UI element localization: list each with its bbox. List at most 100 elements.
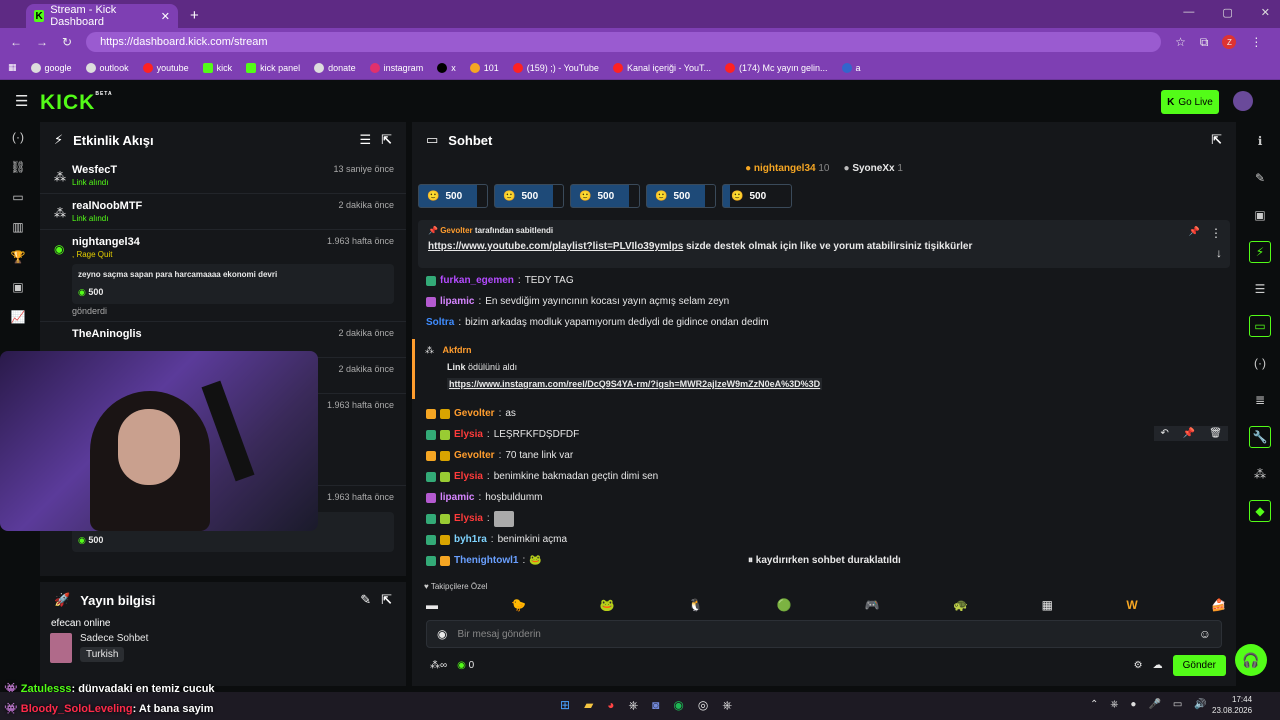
emote-icon[interactable]: ▦ <box>1042 598 1053 612</box>
bookmark-item[interactable]: (159) ;) - YouTube <box>512 62 599 73</box>
chat-message[interactable]: Gevolter: as <box>412 403 1236 424</box>
bookmark-item[interactable]: a <box>841 62 861 73</box>
spotify-icon[interactable]: ◉ <box>673 698 683 713</box>
activity-item[interactable]: ⁂ WesfecT Link alındı 13 saniye önce <box>40 158 406 194</box>
chat-message[interactable]: Soltra: bizim arkadaş modluk yapamıyorum… <box>412 312 1236 333</box>
delete-icon[interactable]: 🗑 <box>1209 428 1222 439</box>
popout-icon[interactable]: ⇱ <box>381 592 392 608</box>
kicks-goal-chip[interactable]: 🙂 500 <box>494 184 564 208</box>
bookmark-star-icon[interactable]: ☆ <box>1175 35 1186 49</box>
info-icon[interactable]: ℹ <box>1258 122 1263 159</box>
chat-input-icon[interactable]: ◉ <box>437 627 447 641</box>
clock[interactable]: 17:44 23.08.2026 <box>1212 694 1252 716</box>
discord-icon[interactable]: ◙ <box>652 698 659 713</box>
steam-icon[interactable]: ⎈ <box>629 698 639 713</box>
steam-icon[interactable]: ⎈ <box>722 698 732 713</box>
maximize-icon[interactable]: ▢ <box>1222 6 1232 19</box>
kicks-goal-chip[interactable]: 🙂 500 <box>570 184 640 208</box>
close-window-icon[interactable]: ✕ <box>1261 6 1270 19</box>
chat-message[interactable]: byh1ra: benimkini açma <box>412 529 1236 550</box>
layers-icon[interactable]: ≣ <box>1255 381 1265 418</box>
chat-message[interactable]: Thenightowl1: 🐸 ⏸ kaydırırken sohbet dur… <box>412 550 1236 571</box>
unpin-icon[interactable]: 📌 <box>1189 226 1200 237</box>
trophy-icon[interactable]: 🏆 <box>11 250 26 264</box>
app-icon[interactable]: ◎ <box>698 698 708 713</box>
pin-icon[interactable]: 📌 <box>1183 428 1195 439</box>
chat-message[interactable]: lipamic: hoşbuldumm <box>412 487 1236 508</box>
menu-dots-icon[interactable]: ⋮ <box>1250 35 1262 49</box>
reload-icon[interactable]: ↻ <box>62 35 72 49</box>
reply-icon[interactable]: ↶ <box>1160 428 1168 439</box>
chart-icon[interactable]: ▥ <box>12 220 23 234</box>
emote-icon[interactable]: 🎮 <box>865 598 880 612</box>
emote-icon[interactable]: 🐤 <box>511 598 526 612</box>
file-explorer-icon[interactable]: ▰ <box>584 698 593 713</box>
emote-icon[interactable]: ▬ <box>426 598 438 612</box>
bookmark-item[interactable]: (174) Mc yayın gelin... <box>725 62 828 73</box>
kicks-goal-chip[interactable]: 🙂 500 <box>722 184 792 208</box>
video-icon[interactable]: ▣ <box>12 280 23 294</box>
emoji-icon[interactable]: ☺ <box>1199 627 1211 641</box>
bookmark-item[interactable]: kick panel <box>246 62 300 73</box>
media-icon[interactable]: ▣ <box>1254 196 1265 233</box>
new-tab-button[interactable]: + <box>190 7 199 24</box>
forward-icon[interactable]: → <box>36 35 48 49</box>
reward-icon[interactable]: ⁂ <box>1254 455 1266 492</box>
filter-icon[interactable]: ☰ <box>359 132 371 148</box>
start-icon[interactable]: ⊞ <box>560 698 570 713</box>
emote-icon[interactable]: 🐸 <box>600 598 615 612</box>
emote-icon[interactable]: 🟢 <box>776 598 791 612</box>
bookmark-item[interactable]: x <box>437 62 456 73</box>
bolt-icon[interactable]: ⚡ <box>1249 233 1271 270</box>
wrench-icon[interactable]: 🔧 <box>1249 418 1271 455</box>
bookmark-item[interactable]: 101 <box>469 62 499 73</box>
tray-app-icon[interactable]: ⎈ <box>1110 699 1118 710</box>
chat-message[interactable]: lipamic: En sevdiğim yayıncının kocası y… <box>412 291 1236 312</box>
edit-icon[interactable]: ✎ <box>1255 159 1265 196</box>
activity-item[interactable]: ◉ nightangel34 , Rage Quit 1.963 hafta ö… <box>40 230 406 322</box>
kick-logo[interactable]: KICKBETA <box>40 91 113 115</box>
tab-kick-dashboard[interactable]: K Stream - Kick Dashboard ✕ <box>26 4 178 28</box>
tab-close-icon[interactable]: ✕ <box>161 10 170 23</box>
edit-icon[interactable]: ✎ <box>360 592 371 608</box>
expand-down-icon[interactable]: ↓ <box>1216 246 1222 260</box>
chat-message[interactable]: Elysia: <box>412 508 1236 529</box>
bookmark-item[interactable]: youtube <box>142 62 189 73</box>
popout-icon[interactable]: ⇱ <box>1211 132 1222 148</box>
back-icon[interactable]: ← <box>10 35 22 49</box>
more-options-icon[interactable]: ⋮ <box>1210 226 1222 240</box>
tray-arrow-icon[interactable]: ⌃ <box>1090 699 1098 710</box>
chat-message[interactable]: furkan_egemen: TEDY TAG <box>412 270 1236 291</box>
analytics-icon[interactable]: 📈 <box>11 310 26 324</box>
pinned-link[interactable]: https://www.youtube.com/playlist?list=PL… <box>428 241 683 252</box>
chrome-icon[interactable]: ◕ <box>607 698 614 713</box>
bookmark-item[interactable]: outlook <box>85 62 129 73</box>
mod-tools-icon[interactable]: ☁ <box>1153 660 1163 671</box>
send-button[interactable]: Gönder <box>1172 654 1226 676</box>
chat-input[interactable]: ◉ Bir mesaj gönderin ☺ <box>426 620 1222 648</box>
window-icon[interactable]: ▭ <box>12 190 23 204</box>
url-field[interactable]: https://dashboard.kick.com/stream <box>86 32 1162 52</box>
chat-paused-notice[interactable]: ⏸ kaydırırken sohbet duraklatıldı <box>748 555 901 566</box>
emote-icon[interactable]: 🐧 <box>688 598 703 612</box>
kicks-goal-chip[interactable]: 🙂 500 <box>418 184 488 208</box>
support-button[interactable]: 🎧 <box>1235 644 1267 676</box>
bookmark-item[interactable]: kick <box>202 62 232 73</box>
bookmark-item[interactable]: Kanal içeriği - YouT... <box>612 62 711 73</box>
chat-message[interactable]: Gevolter: 70 tane link var <box>412 445 1236 466</box>
settings-icon[interactable]: ⚙ <box>1134 660 1143 671</box>
list-icon[interactable]: ☰ <box>1255 270 1266 307</box>
hamburger-menu-icon[interactable]: ☰ <box>15 92 28 110</box>
activity-item[interactable]: ⁂ realNoobMTF Link alındı 2 dakika önce <box>40 194 406 230</box>
profile-icon[interactable]: Z <box>1222 35 1237 49</box>
bookmark-item[interactable]: instagram <box>369 62 423 73</box>
emote-icon[interactable]: 🐢 <box>953 598 968 612</box>
reward-icon[interactable]: ⁂∞ <box>430 660 447 671</box>
tray-app-icon[interactable]: ● <box>1130 699 1136 710</box>
go-live-button[interactable]: K Go Live <box>1161 90 1219 114</box>
ticket-icon[interactable]: ◆ <box>1249 492 1271 529</box>
extensions-icon[interactable]: ⧉ <box>1200 35 1209 50</box>
bookmark-item[interactable]: donate <box>314 62 356 73</box>
chat-message[interactable]: Elysia: benimkine bakmadan geçtin dimi s… <box>412 466 1236 487</box>
network-icon[interactable]: ▭ <box>1173 699 1182 710</box>
